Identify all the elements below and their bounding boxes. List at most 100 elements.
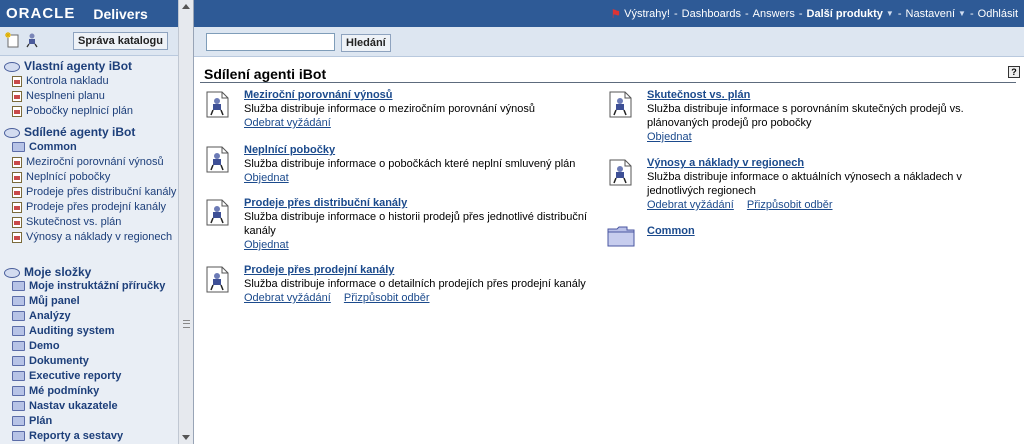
agents-section-icon [4, 127, 20, 138]
main-content: Sdílení agenti iBot ? Meziroční porovnán… [194, 57, 1024, 444]
sidebar-folder-1[interactable]: Moje instruktážní příručky [12, 280, 165, 292]
ibot-document-icon [12, 216, 22, 228]
settings-menu[interactable]: Nastavení [906, 8, 956, 20]
unsubscribe-link[interactable]: Odebrat vyžádání [647, 199, 734, 211]
customize-subscription-link[interactable]: Přizpůsobit odběr [344, 292, 430, 304]
dashboards-link[interactable]: Dashboards [682, 8, 741, 20]
sidebar-folder-7[interactable]: Executive reporty [12, 370, 121, 382]
left-pane: ORACLE Delivers Správa katalogu Vlastní … [0, 0, 178, 444]
header-separator: - [673, 7, 678, 20]
agent-description: Služba distribuje informace s porovnáním… [647, 103, 964, 129]
sidebar-folder-11[interactable]: Reporty a sestavy [12, 430, 123, 442]
sidebar-folder-9[interactable]: Nastav ukazatele [12, 400, 118, 412]
agent-title-link[interactable]: Prodeje přes prodejní kanály [244, 264, 394, 276]
agents-section-icon [4, 61, 20, 72]
agent-title-link[interactable]: Prodeje přes distribuční kanály [244, 197, 407, 209]
agent-title-link[interactable]: Neplnící pobočky [244, 144, 335, 156]
folder-icon [12, 371, 25, 381]
sidebar-folder-2[interactable]: Můj panel [12, 295, 80, 307]
customize-subscription-link[interactable]: Přizpůsobit odběr [747, 199, 833, 211]
shared-agents-section[interactable]: Sdílené agenty iBot [4, 125, 135, 139]
left-toolbar: Správa katalogu [0, 27, 178, 56]
ibot-document-icon [12, 105, 22, 117]
ibot-agent-icon[interactable] [607, 159, 634, 186]
sidebar-item-shared-5[interactable]: Skutečnost vs. plán [12, 216, 121, 228]
agent-description: Služba distribuje informace o meziročním… [244, 103, 536, 115]
chevron-down-icon[interactable]: ▼ [886, 9, 894, 18]
ibot-agent-icon[interactable] [24, 32, 40, 48]
ibot-agent-icon[interactable] [204, 91, 231, 118]
sidebar-folder-common[interactable]: Common [12, 141, 77, 153]
unsubscribe-link[interactable]: Odebrat vyžádání [244, 292, 331, 304]
product-name: Delivers [93, 5, 148, 22]
search-input[interactable] [206, 33, 335, 51]
scroll-down-icon[interactable] [182, 435, 190, 440]
more-products-menu[interactable]: Další produkty [807, 8, 883, 20]
header-separator: - [798, 7, 803, 20]
subscribe-link[interactable]: Objednat [244, 172, 289, 184]
folders-section-icon [4, 267, 20, 278]
agent-title-link[interactable]: Výnosy a náklady v regionech [647, 157, 804, 169]
folder-icon [12, 281, 25, 291]
sidebar-folder-3[interactable]: Analýzy [12, 310, 71, 322]
subscribe-link[interactable]: Objednat [647, 131, 692, 143]
new-ibot-icon[interactable] [5, 32, 21, 48]
ibot-document-icon [12, 75, 22, 87]
chevron-down-icon[interactable]: ▼ [958, 9, 966, 18]
ibot-document-icon [12, 156, 22, 168]
manage-catalog-button[interactable]: Správa katalogu [73, 32, 168, 50]
answers-link[interactable]: Answers [753, 8, 795, 20]
unsubscribe-link[interactable]: Odebrat vyžádání [244, 117, 331, 129]
ibot-agent-icon[interactable] [607, 91, 634, 118]
sidebar-folder-8[interactable]: Mé podmínky [12, 385, 99, 397]
folder-link[interactable]: Common [647, 225, 695, 237]
scroll-up-icon[interactable] [182, 4, 190, 9]
agent-description: Služba distribuje informace o aktuálních… [647, 171, 962, 197]
ibot-document-icon [12, 90, 22, 102]
ibot-agent-icon[interactable] [204, 146, 231, 173]
subscribe-link[interactable]: Objednat [244, 239, 289, 251]
sidebar-folder-5[interactable]: Demo [12, 340, 60, 352]
sidebar-item-shared-4[interactable]: Prodeje přes prodejní kanály [12, 201, 166, 213]
sidebar-item-shared-3[interactable]: Prodeje přes distribuční kanály [12, 186, 176, 198]
agent-description: Služba distribuje informace o historii p… [244, 211, 588, 237]
folder-icon [12, 386, 25, 396]
sidebar-item-shared-2[interactable]: Neplnící pobočky [12, 171, 110, 183]
alert-flag-icon: ⚑ [610, 6, 622, 21]
ibot-document-icon [12, 186, 22, 198]
oracle-logo: ORACLE [6, 5, 76, 22]
sidebar-item-own-3[interactable]: Pobočky neplnicí plán [12, 105, 133, 117]
agent-description: Služba distribuje informace o detailních… [244, 278, 586, 290]
help-icon[interactable]: ? [1008, 66, 1020, 78]
agent-description: Služba distribuje informace o pobočkách … [244, 158, 576, 170]
sidebar-folder-4[interactable]: Auditing system [12, 325, 115, 337]
folder-icon [12, 296, 25, 306]
header-separator: - [897, 7, 902, 20]
alerts-link[interactable]: Výstrahy! [624, 8, 670, 20]
agent-title-link[interactable]: Meziroční porovnání výnosů [244, 89, 393, 101]
folder-icon [12, 401, 25, 411]
sidebar-item-shared-1[interactable]: Meziroční porovnání výnosů [12, 156, 164, 168]
sidebar-item-shared-6[interactable]: Výnosy a náklady v regionech [12, 231, 172, 243]
logout-link[interactable]: Odhlásit [978, 8, 1018, 20]
ibot-document-icon [12, 171, 22, 183]
folder-icon [12, 326, 25, 336]
my-folders-section[interactable]: Moje složky [4, 265, 91, 279]
search-bar: Hledání [194, 27, 1024, 57]
sidebar-item-own-1[interactable]: Kontrola nakladu [12, 75, 109, 87]
search-button[interactable]: Hledání [341, 34, 391, 52]
header-separator: - [969, 7, 974, 20]
pane-splitter[interactable] [178, 0, 194, 444]
sidebar-folder-10[interactable]: Plán [12, 415, 52, 427]
brand-bar: ORACLE Delivers [0, 0, 178, 27]
ibot-agent-icon[interactable] [204, 199, 231, 226]
folder-icon[interactable] [607, 225, 635, 247]
ibot-agent-icon[interactable] [204, 266, 231, 293]
agent-title-link[interactable]: Skutečnost vs. plán [647, 89, 750, 101]
header-separator: - [744, 7, 749, 20]
sidebar-item-own-2[interactable]: Nesplneni planu [12, 90, 105, 102]
ibot-document-icon [12, 231, 22, 243]
splitter-grip-icon[interactable] [183, 320, 190, 328]
own-agents-section[interactable]: Vlastní agenty iBot [4, 59, 132, 73]
sidebar-folder-6[interactable]: Dokumenty [12, 355, 89, 367]
